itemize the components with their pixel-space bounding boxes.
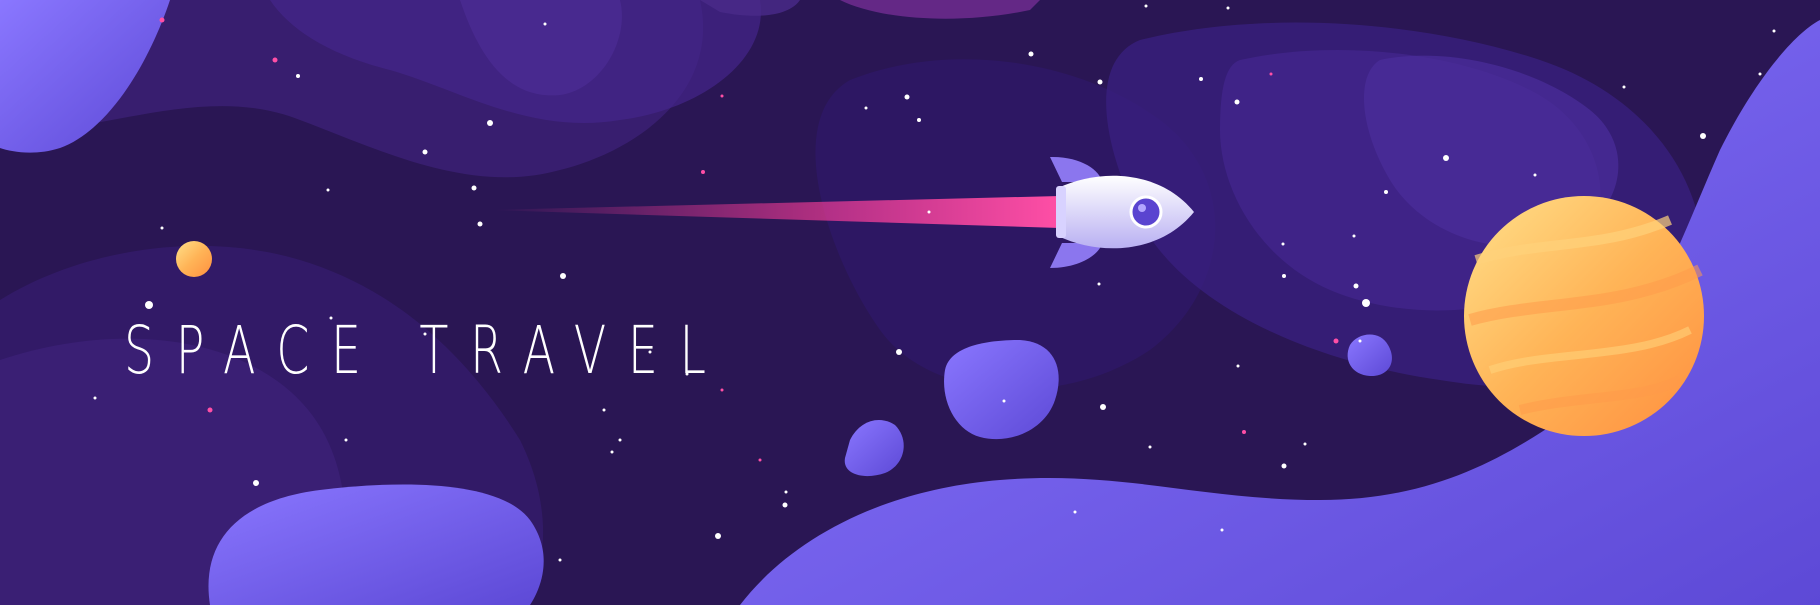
space-illustration (0, 0, 1820, 605)
space-travel-banner: SPACE TRAVEL (0, 0, 1820, 605)
orange-planet (1464, 196, 1704, 436)
banner-title: SPACE TRAVEL (124, 312, 728, 389)
rocket-trail (490, 196, 1060, 228)
small-orange-planet (176, 241, 212, 277)
rocket-window (1129, 195, 1163, 229)
